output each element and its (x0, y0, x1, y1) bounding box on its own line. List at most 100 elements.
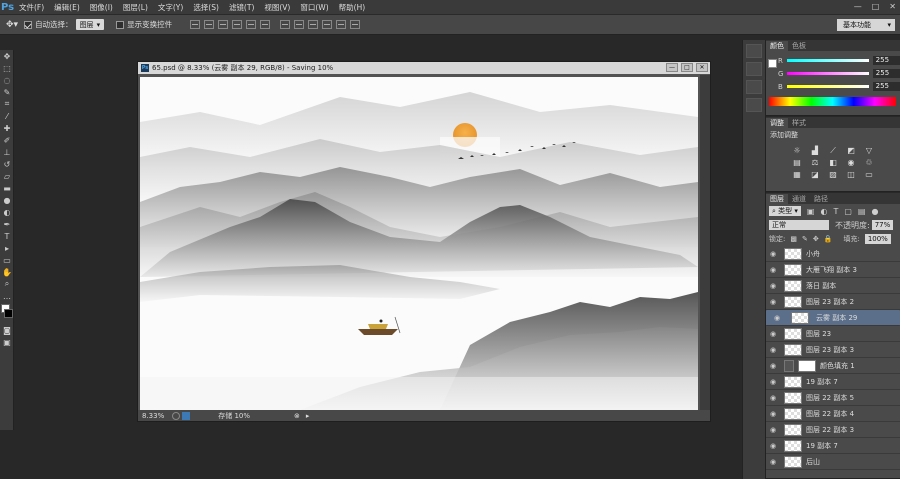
stamp-tool-icon[interactable]: ⊥ (0, 146, 14, 158)
curves-icon[interactable]: ⟋ (828, 146, 838, 155)
align-right-icon[interactable] (260, 20, 271, 29)
doc-close-button[interactable]: ✕ (696, 63, 708, 72)
align-bottom-icon[interactable] (218, 20, 229, 29)
g-slider[interactable] (787, 72, 869, 75)
tab-styles[interactable]: 样式 (788, 118, 810, 128)
b-value-input[interactable]: 255 (872, 82, 900, 91)
menu-item[interactable]: 文件(F) (14, 2, 49, 13)
color-balance-icon[interactable]: ⚖ (810, 158, 820, 167)
quick-mask-icon[interactable]: ◙ (0, 324, 14, 336)
black-white-icon[interactable]: ◧ (828, 158, 838, 167)
menu-item[interactable]: 文字(Y) (153, 2, 188, 13)
eye-icon[interactable]: ◉ (766, 250, 780, 258)
distribute-top-icon[interactable] (280, 20, 291, 29)
color-swatches[interactable] (0, 302, 13, 324)
history-brush-tool-icon[interactable]: ↺ (0, 158, 14, 170)
eraser-tool-icon[interactable]: ▱ (0, 170, 14, 182)
tab-color[interactable]: 颜色 (766, 41, 788, 51)
eyedropper-tool-icon[interactable]: ⁄ (0, 110, 14, 122)
close-button[interactable]: ✕ (889, 2, 896, 11)
r-value-input[interactable]: 255 (872, 56, 900, 65)
eye-icon[interactable]: ◉ (766, 458, 780, 466)
distribute-bottom-icon[interactable] (308, 20, 319, 29)
fg-color-chip[interactable] (768, 59, 777, 68)
eye-icon[interactable]: ◉ (766, 266, 780, 274)
tab-layers[interactable]: 图层 (766, 194, 788, 204)
tab-swatches[interactable]: 色板 (788, 41, 810, 51)
path-select-tool-icon[interactable]: ▸ (0, 242, 14, 254)
pen-tool-icon[interactable]: ✒ (0, 218, 14, 230)
layer-row[interactable]: ◉ 云雾 副本 29 (766, 310, 900, 326)
menu-item[interactable]: 编辑(E) (49, 2, 85, 13)
zoom-level[interactable]: 8.33% (142, 412, 164, 420)
show-transform-checkbox[interactable] (116, 20, 125, 29)
eye-icon[interactable]: ◉ (766, 394, 780, 402)
hue-saturation-icon[interactable]: ▤ (792, 158, 802, 167)
lock-paint-icon[interactable]: ✎ (802, 235, 808, 243)
eye-icon[interactable]: ◉ (766, 410, 780, 418)
canvas[interactable] (140, 77, 698, 410)
eye-icon[interactable]: ◉ (766, 346, 780, 354)
filter-smart-icon[interactable]: ▤ (858, 207, 866, 216)
zoom-tool-icon[interactable]: ⌕ (0, 278, 14, 290)
layer-row[interactable]: ◉ 颜色填充 1 (766, 358, 900, 374)
lasso-tool-icon[interactable]: ◌ (0, 74, 14, 86)
filter-toggle-icon[interactable]: ● (871, 207, 878, 216)
layer-row[interactable]: ◉ 图层 22 副本 4 (766, 406, 900, 422)
r-slider[interactable] (786, 59, 869, 62)
filter-type-icon[interactable]: T (833, 207, 838, 216)
vibrance-icon[interactable]: ▽ (864, 146, 874, 155)
paragraph-panel-icon[interactable] (746, 80, 762, 94)
layer-filter-dropdown[interactable]: ⌕ 类型 ▾ (769, 206, 801, 216)
type-tool-icon[interactable]: T (0, 230, 14, 242)
filter-adjust-icon[interactable]: ◐ (820, 207, 827, 216)
photo-filter-icon[interactable]: ◉ (846, 158, 856, 167)
move-tool-icon[interactable]: ✥ (0, 50, 14, 62)
layer-row[interactable]: ◉ 19 副本 7 (766, 438, 900, 454)
share-icon[interactable] (182, 411, 191, 420)
layer-row[interactable]: ◉ 落日 副本 (766, 278, 900, 294)
distribute-left-icon[interactable] (322, 20, 333, 29)
healing-tool-icon[interactable]: ✚ (0, 122, 14, 134)
menu-item[interactable]: 滤镜(T) (224, 2, 259, 13)
info-panel-icon[interactable] (746, 98, 762, 112)
menu-item[interactable]: 帮助(H) (334, 2, 371, 13)
layer-row[interactable]: ◉ 图层 22 副本 3 (766, 422, 900, 438)
menu-item[interactable]: 窗口(W) (295, 2, 333, 13)
doc-maximize-button[interactable]: □ (681, 63, 693, 72)
align-vcenter-icon[interactable] (204, 20, 215, 29)
hand-tool-icon[interactable]: ✋ (0, 266, 14, 278)
fill-input[interactable]: 100% (864, 234, 891, 244)
distribute-right-icon[interactable] (350, 20, 361, 29)
minimize-button[interactable]: — (854, 2, 862, 11)
history-panel-icon[interactable] (746, 44, 762, 58)
status-menu-icon[interactable]: ▸ (306, 412, 310, 420)
align-left-icon[interactable] (232, 20, 243, 29)
lock-move-icon[interactable]: ✥ (813, 235, 819, 243)
eye-icon[interactable]: ◉ (766, 298, 780, 306)
quick-select-tool-icon[interactable]: ✎ (0, 86, 14, 98)
channel-mixer-icon[interactable]: ♲ (864, 158, 874, 167)
workspace-dropdown[interactable]: 基本功能 ▾ (837, 19, 895, 31)
align-top-icon[interactable] (190, 20, 201, 29)
extra-tools-icon[interactable]: … (0, 290, 14, 302)
distribute-hcenter-icon[interactable] (336, 20, 347, 29)
menu-item[interactable]: 视图(V) (259, 2, 295, 13)
menu-item[interactable]: 图像(I) (85, 2, 118, 13)
tab-channels[interactable]: 通道 (788, 194, 810, 204)
vertical-scrollbar[interactable] (700, 75, 710, 410)
eye-icon[interactable]: ◉ (766, 282, 780, 290)
crop-tool-icon[interactable]: ⌗ (0, 98, 14, 110)
color-lookup-icon[interactable]: ▦ (792, 170, 802, 179)
posterize-icon[interactable]: ▨ (828, 170, 838, 179)
lock-all-icon[interactable]: 🔒 (824, 235, 833, 243)
move-tool-icon[interactable]: ✥▾ (6, 20, 18, 30)
filter-shape-icon[interactable]: ▢ (844, 207, 852, 216)
eye-icon[interactable]: ◉ (766, 330, 780, 338)
auto-select-dropdown[interactable]: 图层 ▾ (75, 19, 105, 30)
align-hcenter-icon[interactable] (246, 20, 257, 29)
layer-row[interactable]: ◉ 图层 23 副本 2 (766, 294, 900, 310)
levels-icon[interactable]: ▟ (810, 146, 820, 155)
gradient-tool-icon[interactable]: ▬ (0, 182, 14, 194)
document-titlebar[interactable]: Ps 65.psd @ 8.33% (云雾 副本 29, RGB/8) - Sa… (138, 62, 710, 74)
